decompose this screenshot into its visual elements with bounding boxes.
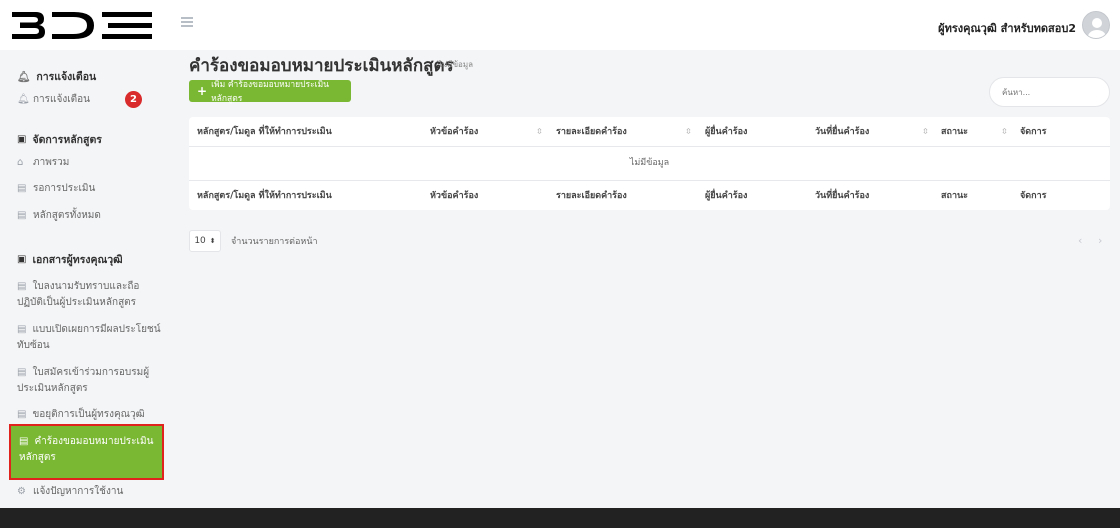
page-size-label: จำนวนรายการต่อหน้า: [231, 237, 318, 247]
chevron-updown-icon: ⬍: [209, 237, 216, 245]
sidebar-item-label: แจ้งปัญหาการใช้งาน: [33, 486, 124, 497]
document-icon: ▤: [17, 210, 27, 221]
sort-icon[interactable]: ⇳: [685, 117, 692, 147]
column-footer-topic: หัวข้อคำร้อง: [430, 191, 479, 201]
gear-icon: ⚙: [17, 486, 26, 497]
search-input[interactable]: [989, 77, 1110, 107]
app-window: ผู้ทรงคุณวุฒิ สำหรับทดสอบ2 🔔︎ การแจ้งเตื…: [0, 0, 1120, 528]
sidebar-item-all-courses[interactable]: ▤ หลักสูตรทั้งหมด: [17, 208, 101, 223]
sort-icon[interactable]: ⇳: [922, 117, 929, 147]
column-header-status[interactable]: สถานะ: [941, 117, 968, 147]
page-size-value: 10: [194, 236, 206, 246]
top-bar: ผู้ทรงคุณวุฒิ สำหรับทดสอบ2: [0, 0, 1120, 50]
section-title: เอกสารผู้ทรงคุณวุฒิ: [32, 254, 123, 266]
sort-icon[interactable]: ⇳: [1001, 117, 1008, 147]
table-header: หลักสูตร/โมดูล ที่ให้ทำการประเมิน หัวข้อ…: [189, 117, 1110, 147]
column-footer-course: หลักสูตร/โมดูล ที่ให้ทำการประเมิน: [197, 191, 332, 201]
column-header-detail[interactable]: รายละเอียดคำร้อง: [556, 117, 627, 147]
bell-icon: 🔔︎: [17, 94, 30, 105]
sidebar-item-training-application[interactable]: ▤ ใบสมัครเข้าร่วมการอบรมผู้ประเมินหลักสูต…: [9, 365, 164, 397]
sidebar-item-label: รอการประเมิน: [33, 183, 96, 194]
column-header-submitter[interactable]: ผู้ยื่นคำร้อง: [705, 117, 747, 147]
sidebar-item-notifications[interactable]: 🔔︎ การแจ้งเตือน: [17, 92, 90, 107]
add-button-label: เพิ่ม คำร้องขอมอบหมายประเมินหลักสูตร: [211, 80, 329, 104]
column-header-course[interactable]: หลักสูตร/โมดูล ที่ให้ทำการประเมิน: [197, 117, 332, 147]
panel-icon: ▣: [17, 254, 27, 265]
sidebar-item-label: ใบลงนามรับทราบและถือปฏิบัติเป็นผู้ประเมิ…: [17, 281, 140, 308]
document-icon: ▤: [19, 436, 29, 447]
avatar-icon: [1088, 18, 1106, 38]
sidebar-section-documents: ▣ เอกสารผู้ทรงคุณวุฒิ: [17, 251, 123, 268]
sort-icon[interactable]: ⇳: [536, 117, 543, 147]
sidebar-item-label: การแจ้งเตือน: [33, 94, 90, 105]
sidebar-item-acknowledgement[interactable]: ▤ ใบลงนามรับทราบและถือปฏิบัติเป็นผู้ประเม…: [9, 279, 164, 311]
section-title: จัดการหลักสูตร: [32, 134, 102, 146]
sidebar-item-label: คำร้องขอมอบหมายประเมินหลักสูตร: [19, 436, 154, 463]
sidebar-item-terminate[interactable]: ▤ ขอยุติการเป็นผู้ทรงคุณวุฒิ: [9, 407, 164, 423]
requests-table: หลักสูตร/โมดูล ที่ให้ทำการประเมิน หัวข้อ…: [189, 117, 1110, 210]
user-avatar[interactable]: [1082, 11, 1110, 39]
menu-toggle-icon[interactable]: [181, 17, 193, 27]
page-size-select[interactable]: 10 ⬍: [189, 230, 221, 252]
document-icon: ▤: [17, 409, 27, 420]
document-icon: ▤: [17, 367, 27, 378]
document-icon: ▤: [17, 324, 27, 335]
sidebar-section-notifications: 🔔︎ การแจ้งเตือน: [17, 68, 96, 85]
section-title: การแจ้งเตือน: [36, 71, 97, 83]
column-footer-detail: รายละเอียดคำร้อง: [556, 191, 627, 201]
add-request-button[interactable]: + เพิ่ม คำร้องขอมอบหมายประเมินหลักสูตร: [189, 80, 351, 104]
next-page-icon[interactable]: ›: [1098, 234, 1102, 247]
sidebar-item-report-problem[interactable]: ⚙ แจ้งปัญหาการใช้งาน: [17, 484, 123, 499]
sidebar-item-label: ใบสมัครเข้าร่วมการอบรมผู้ประเมินหลักสูตร: [17, 367, 150, 394]
column-header-date[interactable]: วันที่ยื่นคำร้อง: [815, 117, 869, 147]
sidebar-item-pending[interactable]: ▤ รอการประเมิน: [17, 181, 95, 196]
user-name[interactable]: ผู้ทรงคุณวุฒิ สำหรับทดสอบ2: [938, 19, 1076, 37]
column-header-topic[interactable]: หัวข้อคำร้อง: [430, 117, 478, 147]
pagination-bar: 10 ⬍ จำนวนรายการต่อหน้า: [189, 230, 318, 252]
bell-icon: 🔔︎: [17, 71, 31, 83]
sidebar-item-label: แบบเปิดเผยการมีผลประโยชน์ทับซ้อน: [17, 324, 161, 351]
sidebar-item-label: ภาพรวม: [33, 157, 70, 168]
column-footer-date: วันที่ยื่นคำร้อง: [815, 191, 870, 201]
column-footer-status: สถานะ: [941, 191, 968, 201]
main-content: คำร้องขอมอบหมายประเมินหลักสูตร ไม่มีข้อม…: [177, 50, 1120, 508]
page-title: คำร้องขอมอบหมายประเมินหลักสูตร: [189, 56, 454, 76]
column-footer-actions: จัดการ: [1020, 191, 1047, 201]
document-icon: ▤: [17, 281, 27, 292]
bde-logo: [12, 12, 152, 39]
prev-page-icon[interactable]: ‹: [1078, 234, 1082, 247]
table-footer: หลักสูตร/โมดูล ที่ให้ทำการประเมิน หัวข้อ…: [189, 180, 1110, 210]
footer-bar: [0, 508, 1120, 528]
sidebar-item-overview[interactable]: ⌂ ภาพรวม: [17, 155, 69, 170]
panel-icon: ▣: [17, 134, 27, 145]
notification-count-badge: 2: [125, 91, 142, 108]
sidebar-section-course: ▣ จัดการหลักสูตร: [17, 131, 102, 148]
sidebar-item-label: หลักสูตรทั้งหมด: [33, 210, 101, 221]
empty-table-message: ไม่มีข้อมูล: [189, 147, 1110, 180]
sidebar-item-assignment-request[interactable]: ▤ คำร้องขอมอบหมายประเมินหลักสูตร: [9, 424, 164, 480]
page-subtitle: ไม่มีข้อมูล: [438, 60, 474, 69]
document-icon: ▤: [17, 183, 27, 194]
plus-icon: +: [197, 84, 208, 98]
column-footer-submitter: ผู้ยื่นคำร้อง: [705, 191, 748, 201]
sidebar-item-label: ขอยุติการเป็นผู้ทรงคุณวุฒิ: [32, 409, 145, 420]
home-icon: ⌂: [17, 157, 24, 168]
sidebar-item-conflict-disclosure[interactable]: ▤ แบบเปิดเผยการมีผลประโยชน์ทับซ้อน: [9, 322, 164, 354]
column-header-actions[interactable]: จัดการ: [1020, 117, 1046, 147]
